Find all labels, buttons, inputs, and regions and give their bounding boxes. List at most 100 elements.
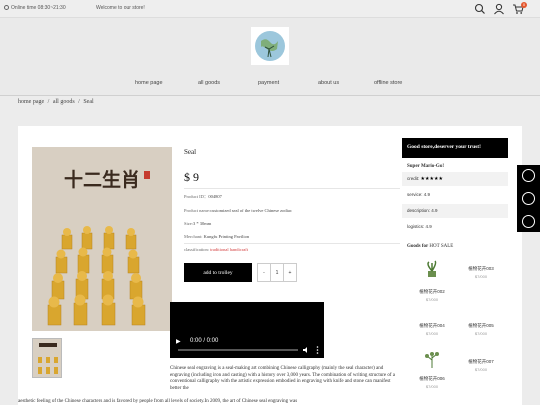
good-price: $7/000 [425,384,439,389]
good-name: 植物花卉005 [468,323,494,328]
plant-sprig-icon [425,352,439,368]
classification-label: classification [184,247,208,252]
good-name: 植物花卉006 [419,376,445,381]
phone-icon[interactable] [522,169,535,182]
quantity-stepper: - 1 + [257,263,297,282]
good-price: $7/000 [474,331,488,336]
product-id-value: 004807 [208,194,222,199]
ratings-list: credit: ★★★★★ service: 4.9 description: … [402,172,508,234]
nav-about-us[interactable]: about us [318,80,339,86]
online-time: Online time 08:30~21:30 [11,5,66,11]
qty-minus-button[interactable]: - [258,264,271,281]
back-to-top-icon[interactable] [522,215,535,228]
user-icon[interactable] [493,3,505,15]
hot-good-item[interactable]: 植物花卉007 $7/000 [456,359,506,372]
rating-label: logistics [407,224,424,229]
clock-icon [4,5,9,10]
credit-stars-icon: ★★★★★ [420,176,443,182]
search-icon[interactable] [474,3,486,15]
rating-logistics: logistics: 4.9 [402,220,508,234]
rating-value: 4.9 [425,224,432,229]
product-image: 十二生肖 [32,147,172,331]
nav-all-goods[interactable]: all goods [198,80,220,86]
nav-divider [0,95,540,96]
size-row: Size:3 * 30mm [184,221,212,226]
hot-good-item[interactable]: 植物花卉003 $7/000 [456,266,506,279]
store-name[interactable]: Super Mario-Go! [402,158,508,172]
breadcrumb-home[interactable]: home page [18,99,44,105]
merchant-row: Merchant: Kungfu Printing Pavilion [184,234,250,239]
good-name: 植物花卉002 [419,289,445,294]
thumbnail-image-icon [38,343,58,374]
divider [184,188,400,189]
good-price: $7/000 [425,297,439,302]
rating-description: description: 4.9 [402,204,508,218]
description-continuation: aesthetic feeling of the Chinese charact… [18,399,298,404]
sidebar-header: Good store,deserver your trust! [402,138,508,158]
divider [184,243,400,244]
welcome-text: Welcome to our store! [96,5,145,11]
qty-input[interactable]: 1 [271,264,284,281]
rating-service: service: 4.9 [402,188,508,202]
product-name-label: Product name [184,208,209,213]
top-bar: Online time 08:30~21:30 Welcome to our s… [0,0,540,18]
good-name: 植物花卉003 [468,266,494,271]
breadcrumb-all-goods[interactable]: all goods [53,99,75,105]
product-id-label: Product ID [184,194,204,199]
product-panel: 十二生肖 Seal $ 9 Product ID：004807 Product … [18,126,522,405]
add-to-trolley-button[interactable]: add to trolley [184,263,252,282]
hot-sale-heading: Goods for HOT SALE [402,236,508,253]
description-paragraph: Chinese seal engraving is a seal-making … [170,366,395,391]
play-icon[interactable]: ▶ [176,338,181,345]
rating-credit: credit: ★★★★★ [402,172,508,186]
hot-good-item[interactable]: 植物花卉004 $7/000 [407,323,457,336]
good-price: $7/000 [474,274,488,279]
merchant-value: Kungfu Printing Pavilion [203,234,250,239]
good-name: 植物花卉004 [419,323,445,328]
nav-offline-store[interactable]: offline store [374,80,402,86]
size-value: 3 * 30mm [193,221,212,226]
good-price: $7/000 [425,331,439,336]
qty-plus-button[interactable]: + [284,264,296,281]
rating-label: service [407,192,422,197]
breadcrumb-current: Seal [83,99,94,105]
floating-toolbar [517,165,540,232]
hot-good-item[interactable] [407,260,457,285]
product-price: $ 9 [184,170,199,184]
hot-good-item[interactable]: 植物花卉005 $7/000 [456,323,506,336]
seal-figurines-icon [47,226,146,326]
video-player[interactable]: ▶ 0:00 / 0:00 [170,302,324,358]
breadcrumb: home page / all goods / Seal [18,99,96,105]
merchant-label: Merchant [184,234,202,239]
volume-icon[interactable] [302,346,310,354]
size-label: Size [184,221,192,226]
rating-label: credit [407,176,419,181]
nav-payment[interactable]: payment [258,80,279,86]
video-time: 0:00 / 0:00 [190,338,219,344]
product-id-row: Product ID：004807 [184,194,222,199]
goods-for-label: Goods for [407,244,429,249]
cart-count-badge: 0 [521,2,527,8]
more-options-icon[interactable] [316,346,319,354]
rating-value: 4.9 [431,208,438,213]
rating-value: 4.9 [423,192,431,197]
hot-good-item[interactable]: 植物花卉002 $7/000 [407,289,457,302]
breadcrumb-separator: / [47,99,50,105]
good-price: $7/000 [474,367,488,372]
product-name-row: Product name:customized seal of the twel… [184,208,292,213]
good-name: 植物花卉007 [468,359,494,364]
hot-sale-label: HOT SALE [429,244,454,249]
qq-chat-icon[interactable] [522,192,535,205]
product-name-value: customized seal of the twelve Chinese zo… [210,208,292,213]
store-sidebar: Good store,deserver your trust! Super Ma… [402,138,508,253]
plant-pot-icon [427,260,437,277]
classification-row: classification: traditional handicraft [184,247,248,252]
product-thumbnail[interactable] [32,338,62,378]
video-progress-bar[interactable] [178,349,298,351]
hot-good-item[interactable]: 植物花卉006 $7/000 [407,351,457,389]
breadcrumb-separator: / [78,99,80,105]
globe-logo-icon [255,31,285,61]
nav-home[interactable]: home page [135,80,163,86]
classification-value[interactable]: traditional handicraft [210,247,248,252]
logo[interactable] [251,27,289,65]
